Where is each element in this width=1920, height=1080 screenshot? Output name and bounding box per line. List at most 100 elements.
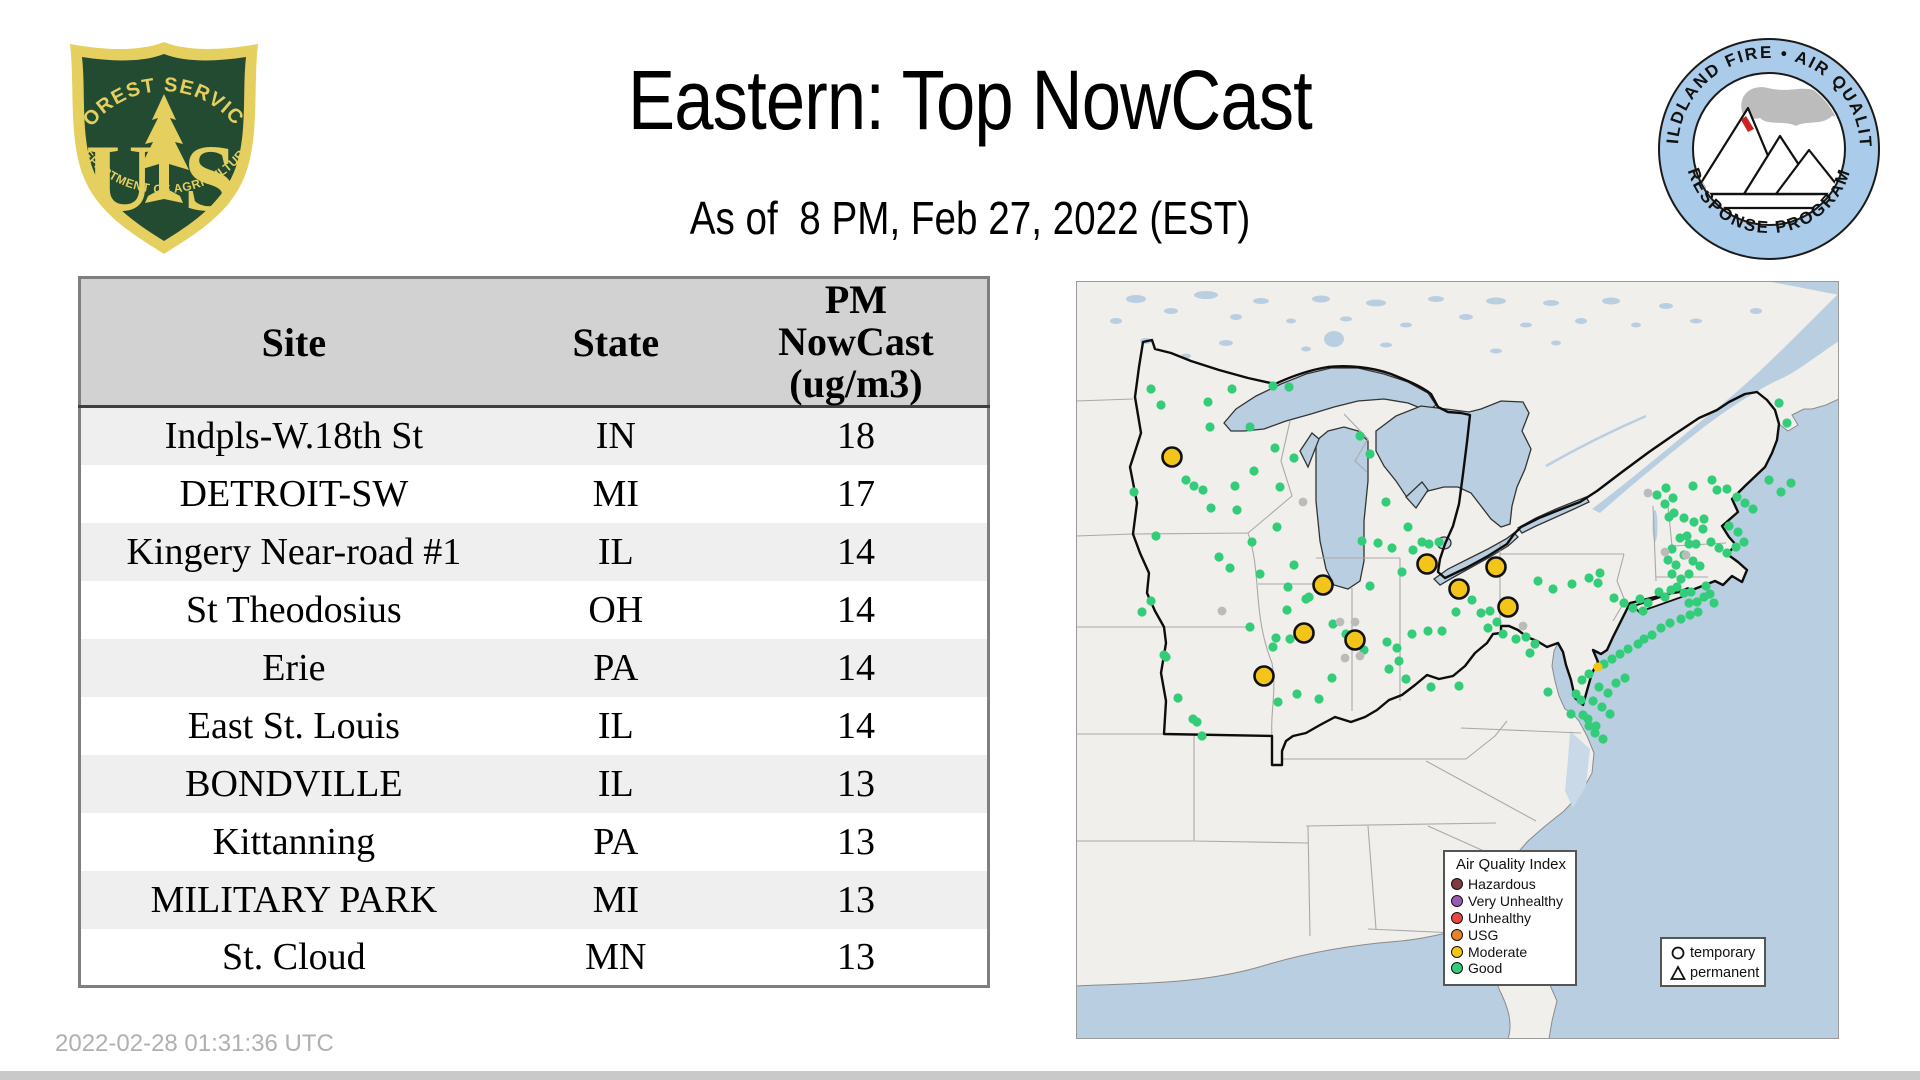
monitor-dot-good bbox=[1722, 548, 1731, 557]
aqi-swatch-icon bbox=[1451, 912, 1463, 924]
monitor-dot-inactive bbox=[1351, 618, 1360, 627]
monitor-dot-good bbox=[1203, 397, 1212, 406]
monitor-dot-moderate bbox=[1418, 555, 1437, 574]
aqi-swatch-icon bbox=[1451, 878, 1463, 890]
monitor-dot-good bbox=[1652, 490, 1661, 499]
monitor-dot-good bbox=[1689, 517, 1698, 526]
site-cell: MILITARY PARK bbox=[80, 871, 507, 929]
monitor-dot-good bbox=[1161, 652, 1170, 661]
monitor-dot-good bbox=[1255, 569, 1264, 578]
monitor-dot-good bbox=[1584, 669, 1593, 678]
monitor-dot-good bbox=[1635, 594, 1644, 603]
monitor-dot-good bbox=[1146, 596, 1155, 605]
legend-row-temporary: temporary bbox=[1670, 943, 1764, 963]
table-row: Kingery Near-road #1IL14 bbox=[80, 523, 989, 581]
pm-value-cell: 13 bbox=[725, 813, 989, 871]
monitor-dot-good bbox=[1492, 617, 1501, 626]
monitor-dot-good bbox=[1272, 522, 1281, 531]
monitor-dot-good bbox=[1289, 453, 1298, 462]
monitor-dot-good bbox=[1424, 539, 1433, 548]
aqi-swatch-icon bbox=[1451, 929, 1463, 941]
fs-letter-u: U bbox=[86, 125, 155, 231]
aqi-item-label: Unhealthy bbox=[1468, 910, 1531, 926]
page-subtitle: As of 8 PM, Feb 27, 2022 (EST) bbox=[491, 191, 1449, 245]
monitor-type-legend: temporary permanent bbox=[1660, 937, 1766, 987]
monitor-dot-good bbox=[1638, 606, 1647, 615]
monitor-dot-inactive bbox=[1661, 548, 1670, 557]
temporary-label: temporary bbox=[1690, 945, 1755, 961]
monitor-dot-good bbox=[1671, 560, 1680, 569]
state-cell: IL bbox=[507, 523, 725, 581]
monitor-dot-good bbox=[1197, 731, 1206, 740]
monitor-dot-good bbox=[1712, 485, 1721, 494]
monitor-dot-good bbox=[1707, 475, 1716, 484]
monitor-dot-good bbox=[1714, 543, 1723, 552]
table-row: KittanningPA13 bbox=[80, 813, 989, 871]
monitor-dot-good bbox=[1764, 475, 1773, 484]
monitor-dot-good bbox=[1584, 573, 1593, 582]
monitor-dot-good bbox=[1533, 576, 1542, 585]
monitor-dot-good bbox=[1593, 578, 1602, 587]
monitor-dot-good bbox=[1498, 629, 1507, 638]
monitor-map: Air Quality Index HazardousVery Unhealth… bbox=[1076, 281, 1839, 1039]
monitor-dot-good bbox=[1740, 498, 1749, 507]
table-row: BONDVILLEIL13 bbox=[80, 755, 989, 813]
permanent-label: permanent bbox=[1690, 965, 1759, 981]
table-row: East St. LouisIL14 bbox=[80, 697, 989, 755]
monitor-dot-good bbox=[1786, 478, 1795, 487]
aqi-legend-item: USG bbox=[1451, 926, 1575, 943]
monitor-dot-good bbox=[1268, 381, 1277, 390]
monitor-dot-good bbox=[1660, 592, 1669, 601]
monitor-dot-good bbox=[1227, 384, 1236, 393]
monitor-dot-good bbox=[1588, 696, 1597, 705]
pm-value-cell: 13 bbox=[725, 755, 989, 813]
pm-value-cell: 14 bbox=[725, 639, 989, 697]
table-row: MILITARY PARKMI13 bbox=[80, 871, 989, 929]
state-cell: IN bbox=[507, 407, 725, 465]
monitor-dot-good bbox=[1684, 539, 1693, 548]
monitor-dot-good bbox=[1397, 567, 1406, 576]
monitor-dot-good bbox=[1525, 648, 1534, 657]
table-row: St TheodosiusOH14 bbox=[80, 581, 989, 639]
aqi-legend-title: Air Quality Index bbox=[1451, 856, 1571, 873]
monitor-dot-good bbox=[1270, 443, 1279, 452]
monitor-dot-good bbox=[1679, 513, 1688, 522]
monitor-dot-good bbox=[1285, 634, 1294, 643]
monitor-dot-good bbox=[1733, 527, 1742, 536]
monitor-dot-good bbox=[1301, 594, 1310, 603]
monitor-dot-good bbox=[1583, 714, 1592, 723]
monitor-dot-good bbox=[1273, 697, 1282, 706]
temporary-circle-icon bbox=[1670, 945, 1686, 961]
monitor-dot-good bbox=[1699, 514, 1708, 523]
monitor-dot-good bbox=[1181, 475, 1190, 484]
table-row: St. CloudMN13 bbox=[80, 929, 989, 987]
pm-value-cell: 14 bbox=[725, 523, 989, 581]
monitor-dot-moderate bbox=[1346, 631, 1365, 650]
monitor-dot-good bbox=[1355, 431, 1364, 440]
wfaqrp-logo: WILDLAND FIRE • AIR QUALITY RESPONSE PRO… bbox=[1656, 36, 1882, 262]
monitor-dot-good bbox=[1675, 533, 1684, 542]
monitor-dot-good bbox=[1192, 717, 1201, 726]
pm-header-line1: PM bbox=[725, 279, 987, 321]
monitor-dot-good bbox=[1594, 682, 1603, 691]
monitor-dot-good bbox=[1268, 642, 1277, 651]
site-cell: Erie bbox=[80, 639, 507, 697]
state-cell: PA bbox=[507, 639, 725, 697]
monitor-dot-good bbox=[1129, 487, 1138, 496]
monitor-dot-inactive bbox=[1341, 654, 1350, 663]
monitor-dot-good bbox=[1423, 626, 1432, 635]
monitor-dot-good bbox=[1365, 581, 1374, 590]
monitor-dot-good bbox=[1189, 481, 1198, 490]
monitor-dot-moderate bbox=[1487, 558, 1506, 577]
pm-value-cell: 14 bbox=[725, 581, 989, 639]
monitor-dot-inactive bbox=[1299, 498, 1308, 507]
aqi-item-label: Very Unhealthy bbox=[1468, 893, 1563, 909]
aqi-legend-item: Good bbox=[1451, 960, 1575, 977]
monitor-dot-good bbox=[1739, 537, 1748, 546]
monitor-dot-good bbox=[1401, 674, 1410, 683]
monitor-dot-good bbox=[1615, 649, 1624, 658]
aqi-swatch-icon bbox=[1451, 962, 1463, 974]
state-cell: MI bbox=[507, 871, 725, 929]
pm-header-line2: NowCast bbox=[725, 321, 987, 363]
monitor-dot-good bbox=[1607, 654, 1616, 663]
